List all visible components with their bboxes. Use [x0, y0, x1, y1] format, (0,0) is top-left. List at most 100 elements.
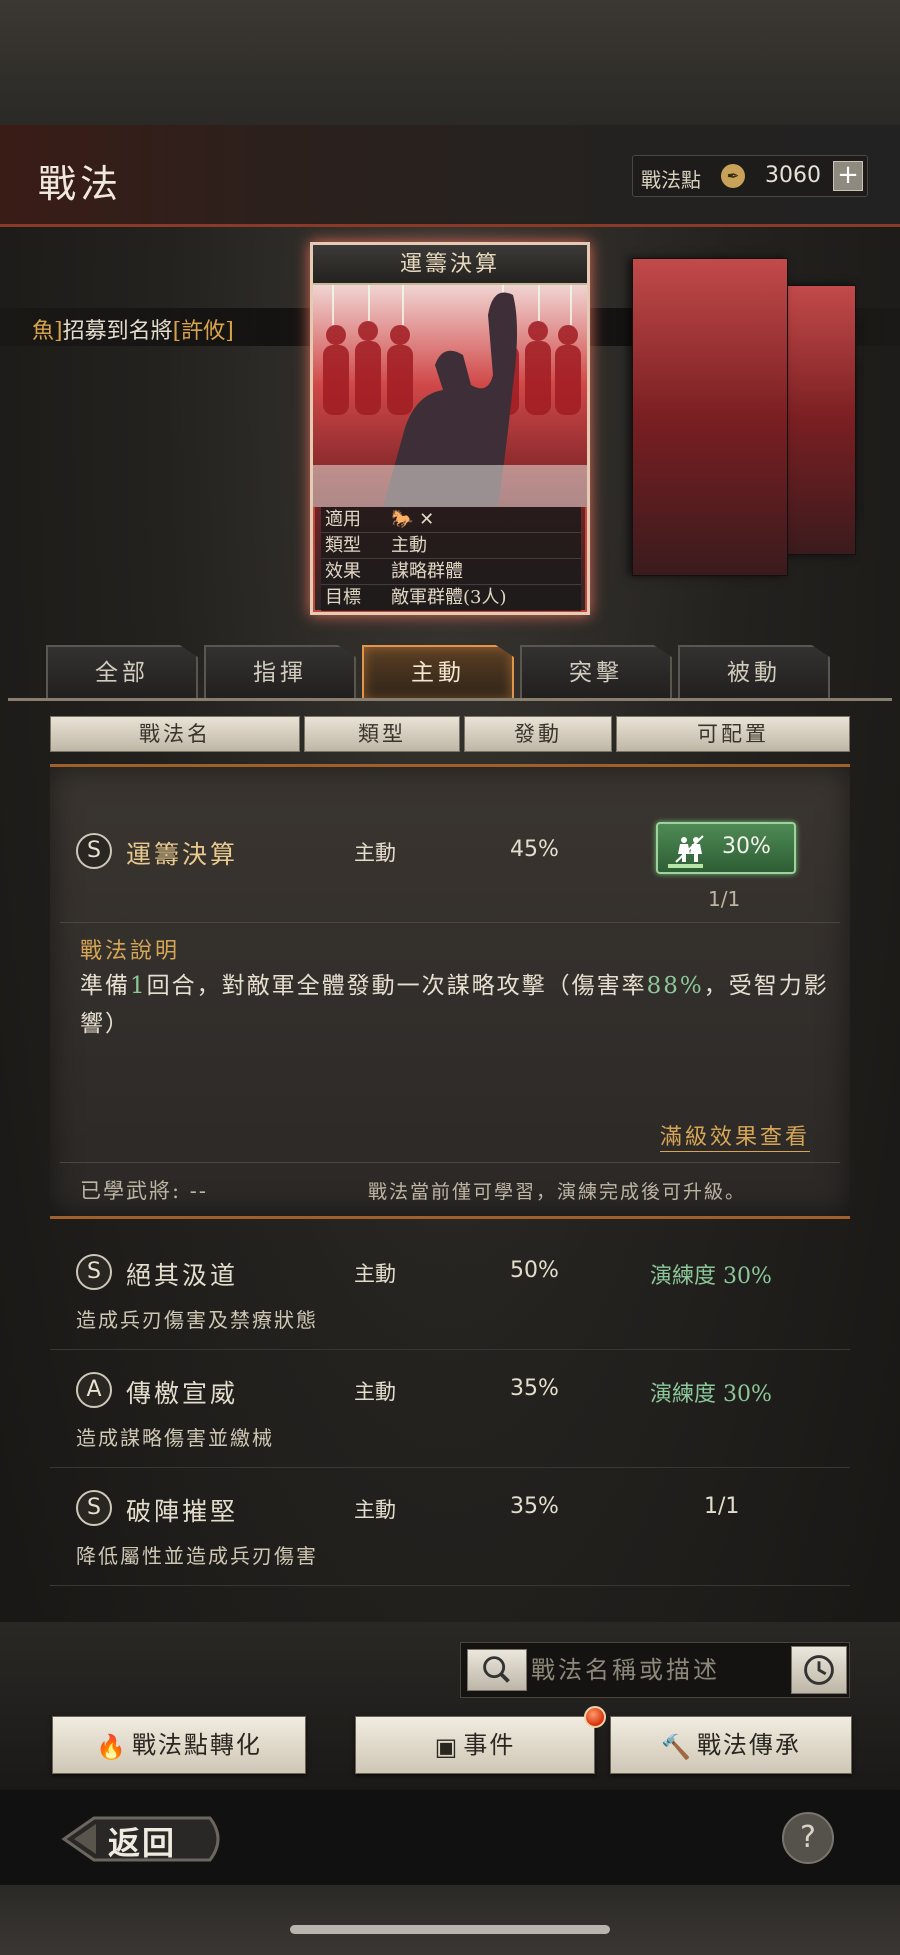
- quill-coin-icon: ✒: [721, 164, 745, 188]
- event-button[interactable]: ▣ 事件: [355, 1716, 595, 1774]
- tactic-list: S 運籌決算 主動 45% 30% 1/1 戰法說明 準備1回合，對敵軍全體發動…: [50, 764, 850, 1604]
- tactic-name: 傳檄宣威: [126, 1379, 239, 1408]
- card-title: 運籌決算: [313, 245, 587, 285]
- tab-underline: [8, 698, 892, 701]
- divider: [60, 1162, 840, 1163]
- tactic-type: 主動: [354, 1380, 396, 1404]
- page-title: 戰法: [38, 162, 123, 206]
- grade-badge: S: [76, 1254, 112, 1290]
- tactic-rate: 50%: [510, 1258, 559, 1283]
- card-info-panel: 適用 🐎 ✕ 類型 主動 效果 謀略群體 目標 敵軍群體(3人): [321, 507, 581, 611]
- column-header-type[interactable]: 類型: [304, 716, 460, 752]
- add-points-button[interactable]: +: [833, 161, 863, 191]
- column-headers: 戰法名 類型 發動 可配置: [50, 716, 850, 752]
- selected-tactic-row[interactable]: S 運籌決算 主動 45% 30% 1/1 戰法說明 準備1回合，對敵軍全體發動…: [50, 764, 850, 1219]
- tactic-rate: 35%: [510, 1494, 559, 1519]
- learn-note: 戰法當前僅可學習，演練完成後可升級。: [368, 1181, 747, 1203]
- drill-level: 演練度 30%: [650, 1382, 772, 1407]
- tactic-name: 運籌決算: [126, 840, 239, 869]
- bottom-action-bar: 🔥戰法點轉化 ▣事件 🔨戰法傳承: [0, 1622, 900, 1790]
- card-info-key: 效果: [325, 561, 361, 582]
- grade-badge: S: [76, 833, 112, 869]
- tactic-summary: 造成謀略傷害並繳械: [76, 1426, 274, 1450]
- column-header-name[interactable]: 戰法名: [50, 716, 300, 752]
- desc-highlight: 1: [130, 973, 147, 999]
- help-button[interactable]: ?: [782, 1812, 834, 1864]
- troop-type-icons: 🐎 ✕: [391, 509, 435, 530]
- search-input[interactable]: [531, 1643, 781, 1697]
- list-item[interactable]: S 破陣摧堅 主動 35% 1/1 降低屬性並造成兵刃傷害: [50, 1470, 850, 1586]
- grade-badge: S: [76, 1490, 112, 1526]
- tactic-rate: 45%: [510, 837, 559, 862]
- tactic-points-value: 3060: [765, 163, 821, 188]
- desc-highlight: 88%: [646, 973, 704, 999]
- convert-points-label: 戰法點轉化: [131, 1731, 262, 1759]
- card-info-key: 適用: [325, 509, 361, 530]
- config-count: 1/1: [708, 887, 741, 911]
- tactic-type: 主動: [354, 1498, 396, 1522]
- inherit-label: 戰法傳承: [696, 1731, 801, 1759]
- top-decoration: [0, 0, 900, 125]
- footer-bar: 返回 ?: [0, 1790, 900, 1885]
- tab-passive[interactable]: 被動: [678, 645, 830, 700]
- divider: [60, 922, 840, 923]
- card-info-key: 目標: [325, 587, 361, 608]
- ticker-prefix: 魚]: [32, 319, 63, 344]
- search-button[interactable]: [467, 1649, 527, 1691]
- tactic-type: 主動: [354, 1262, 396, 1286]
- notification-dot: [584, 1706, 606, 1728]
- drill-soldiers-icon: [675, 835, 704, 863]
- header-bar: 戰法 戰法點 ✒ 3060 +: [0, 125, 900, 227]
- history-button[interactable]: [791, 1646, 847, 1694]
- grade-badge: A: [76, 1372, 112, 1408]
- card-info-row: 目標 敵軍群體(3人): [321, 585, 581, 611]
- card-info-value: 敵軍群體(3人): [391, 587, 507, 608]
- card-info-value: 謀略群體: [391, 561, 463, 582]
- hammer-icon: 🔨: [661, 1732, 693, 1761]
- event-label: 事件: [463, 1731, 516, 1759]
- home-indicator[interactable]: [290, 1925, 610, 1934]
- list-item[interactable]: S 絕其汲道 主動 50% 演練度 30% 造成兵刃傷害及禁療狀態: [50, 1234, 850, 1350]
- inherit-button[interactable]: 🔨 戰法傳承: [610, 1716, 852, 1774]
- card-illustration: [313, 285, 587, 507]
- card-info-row: 適用 🐎 ✕: [321, 507, 581, 533]
- tab-assault[interactable]: 突擊: [520, 645, 672, 700]
- card-info-row: 效果 謀略群體: [321, 559, 581, 585]
- learned-generals: 已學武將: --: [80, 1179, 208, 1203]
- drill-progress-bar: [668, 864, 703, 868]
- card-info-row: 類型 主動: [321, 533, 581, 559]
- ticker-text: 魚]招募到名將[許攸]: [32, 313, 234, 345]
- list-item[interactable]: A 傳檄宣威 主動 35% 演練度 30% 造成謀略傷害並繳械: [50, 1352, 850, 1468]
- ticker-middle: 招募到名將: [62, 319, 173, 344]
- selected-tactic-card[interactable]: 運籌決算 適用 🐎 ✕ 類型 主動 效果 謀略群體 目標 敵軍群體(3人): [310, 242, 590, 615]
- search-icon: [483, 1656, 510, 1683]
- description-text: 準備1回合，對敵軍全體發動一次謀略攻擊（傷害率88%，受智力影響）: [80, 967, 830, 1043]
- tactic-points-box: 戰法點 ✒ 3060 +: [632, 155, 868, 197]
- tab-all[interactable]: 全部: [46, 645, 198, 700]
- convert-points-button[interactable]: 🔥 戰法點轉化: [52, 1716, 306, 1774]
- tactic-points-label: 戰法點: [641, 168, 701, 192]
- card-info-value: 主動: [391, 535, 427, 556]
- column-header-config[interactable]: 可配置: [616, 716, 850, 752]
- desc-part: 回合，對敵軍全體發動一次謀略攻擊（傷害率: [146, 973, 647, 999]
- config-count: 1/1: [704, 1494, 740, 1519]
- clock-icon: [804, 1655, 834, 1685]
- tactic-summary: 降低屬性並造成兵刃傷害: [76, 1544, 318, 1568]
- search-box: [460, 1642, 850, 1698]
- desc-part: 準備: [80, 973, 130, 999]
- drill-progress-button[interactable]: 30%: [656, 822, 796, 874]
- back-button[interactable]: 返回: [60, 1812, 228, 1866]
- tab-active[interactable]: 主動: [362, 645, 514, 700]
- flame-icon: 🔥: [96, 1732, 128, 1761]
- full-level-effect-link[interactable]: 滿級效果查看: [660, 1119, 811, 1152]
- card-info-key: 類型: [325, 535, 361, 556]
- ticker-general-name: [許攸]: [172, 319, 234, 344]
- category-tabs: 全部 指揮 主動 突擊 被動: [46, 645, 836, 700]
- tactic-name: 絕其汲道: [126, 1261, 239, 1290]
- drill-level: 演練度 30%: [650, 1264, 772, 1289]
- tab-command[interactable]: 指揮: [204, 645, 356, 700]
- tactic-rate: 35%: [510, 1376, 559, 1401]
- drill-progress-value: 30%: [722, 834, 771, 859]
- column-header-rate[interactable]: 發動: [464, 716, 612, 752]
- bottom-decoration: [0, 1885, 900, 1955]
